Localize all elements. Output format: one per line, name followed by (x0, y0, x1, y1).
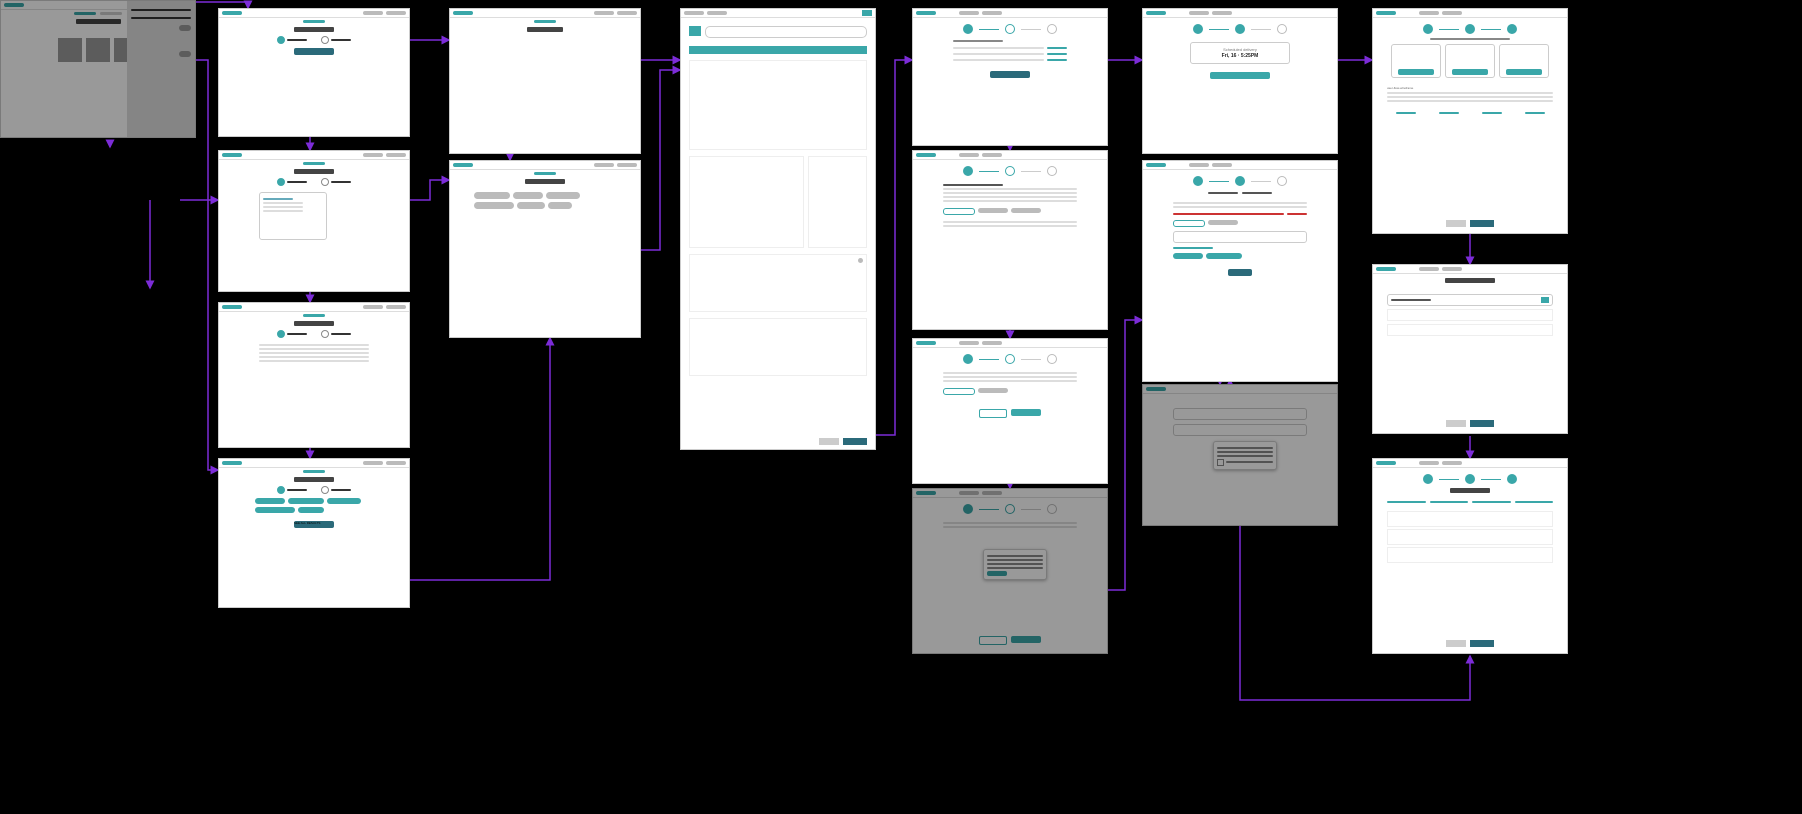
screen-confirm-b (1372, 264, 1568, 434)
screen-results-empty (449, 8, 641, 154)
screen-flow-1 (912, 8, 1108, 146)
back-button[interactable] (979, 409, 1007, 418)
screen-flow-4 (912, 488, 1108, 654)
see-all-results-button[interactable]: SEE ALL RESULTS (294, 521, 334, 528)
screen-flow-2 (912, 150, 1108, 330)
screen-flow-3 (912, 338, 1108, 484)
screen-home-dark (0, 0, 196, 138)
paragraph-text: user-flow-wireframe (1387, 86, 1413, 90)
screen-search-c (218, 302, 410, 448)
schedule-button[interactable] (1210, 72, 1270, 79)
screen-editor (680, 8, 876, 450)
screen-form-tooltip (1142, 384, 1338, 526)
screen-schedule: Scheduled delivery Fri, 16 · 5:25PM (1142, 8, 1338, 154)
screen-search-a (218, 8, 410, 137)
screen-confirm-a: user-flow-wireframe (1372, 8, 1568, 234)
screen-review (1372, 458, 1568, 654)
close-icon[interactable] (858, 258, 863, 263)
screen-search-b (218, 150, 410, 292)
search-button[interactable] (294, 48, 334, 55)
screen-form-long (1142, 160, 1338, 382)
next-button[interactable] (1011, 409, 1041, 416)
cancel-button[interactable] (819, 438, 839, 445)
screen-search-d: SEE ALL RESULTS (218, 458, 410, 608)
confirm-button[interactable] (843, 438, 867, 445)
screen-results-chips (449, 160, 641, 338)
